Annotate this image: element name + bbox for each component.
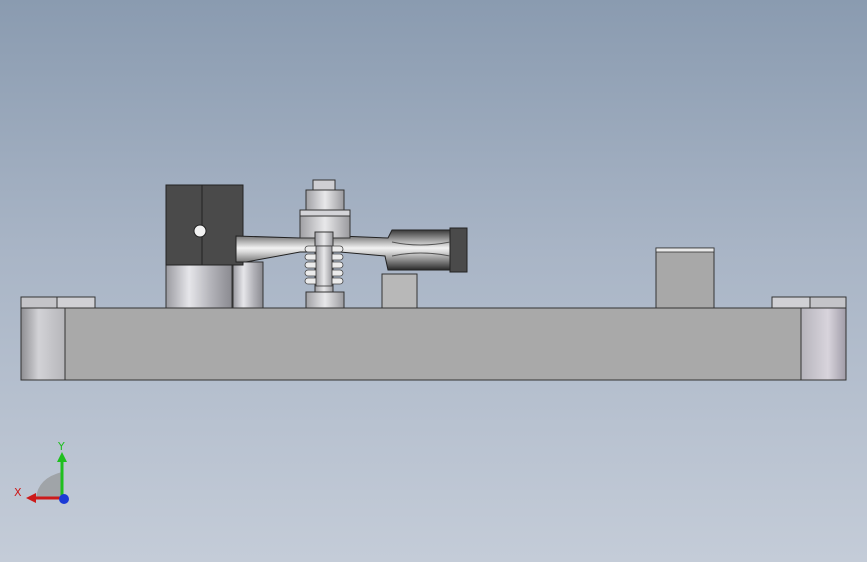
clamp-arm[interactable] bbox=[235, 227, 468, 273]
cad-viewport[interactable] bbox=[0, 0, 867, 562]
z-axis-dot bbox=[59, 494, 69, 504]
right-support-block[interactable] bbox=[655, 247, 715, 309]
right-dowel-boss[interactable] bbox=[771, 296, 847, 309]
base-plate[interactable] bbox=[20, 307, 847, 381]
locator-block[interactable] bbox=[381, 273, 418, 309]
pivot-pin-hole bbox=[193, 224, 207, 238]
left-dowel-boss[interactable] bbox=[20, 296, 96, 309]
xy-plane-indicator bbox=[36, 472, 62, 498]
orientation-triad[interactable]: Y X bbox=[14, 440, 74, 510]
